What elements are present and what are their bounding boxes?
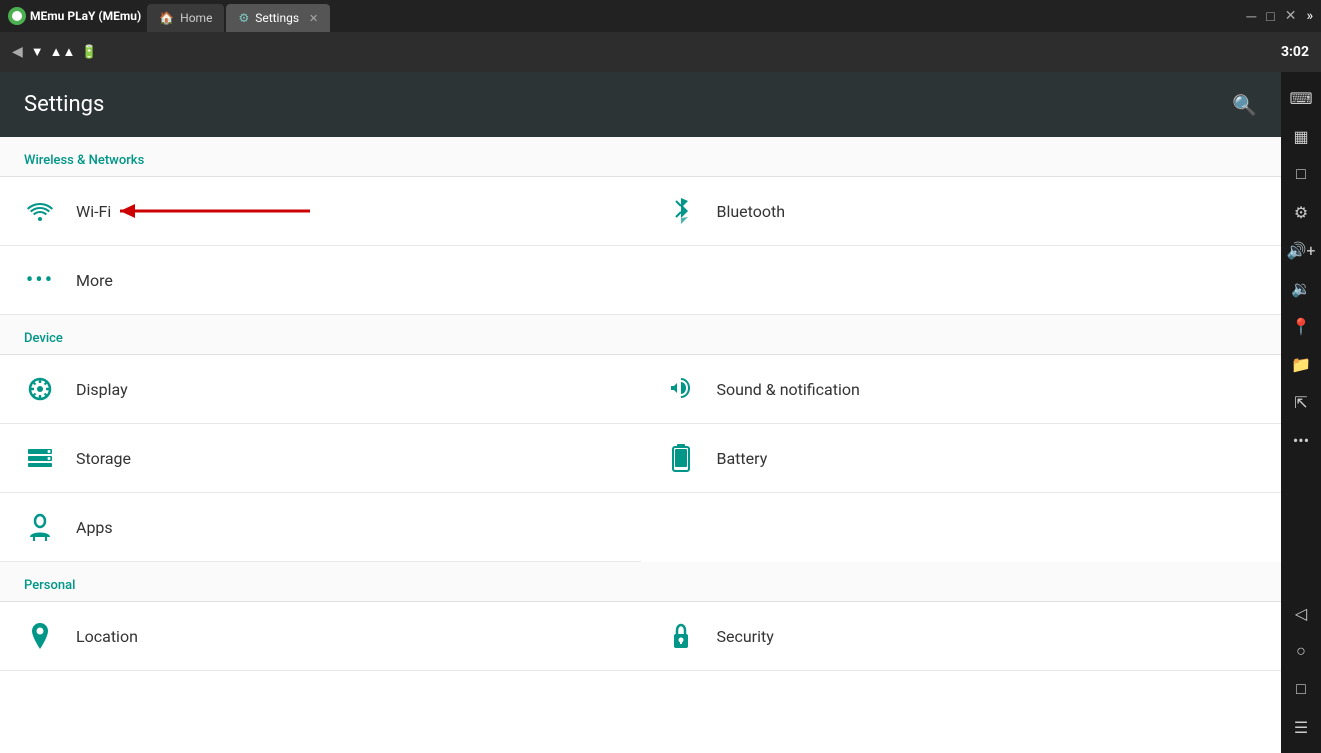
- battery-icon: [665, 442, 697, 474]
- security-icon: [665, 620, 697, 652]
- app-title: MEmu PLaY (MEmu): [30, 9, 141, 23]
- sound-label: Sound & notification: [717, 380, 860, 399]
- keyboard-button[interactable]: ⌨: [1283, 80, 1319, 116]
- settings-tab-icon: ⚙: [238, 11, 249, 25]
- memu-logo: MEmu PLaY (MEmu): [8, 7, 141, 25]
- personal-grid: Location Security: [0, 602, 1281, 671]
- bluetooth-label: Bluetooth: [717, 202, 786, 221]
- memu-icon: [8, 7, 26, 25]
- page-title: Settings: [24, 92, 104, 117]
- nav-home-button[interactable]: ○: [1283, 633, 1319, 669]
- status-icons: ▼ ▲▲ 🔋: [31, 44, 98, 60]
- wifi-status-icon: ▼: [31, 44, 44, 60]
- battery-status-icon: 🔋: [81, 45, 97, 60]
- display-label: Display: [76, 380, 128, 399]
- battery-label: Battery: [717, 449, 768, 468]
- settings-item-location[interactable]: Location: [0, 602, 641, 671]
- location-sidebar-button[interactable]: 📍: [1283, 308, 1319, 344]
- settings-container: Settings 🔍 Wireless & networks: [0, 72, 1281, 753]
- settings-tab-label: Settings: [255, 11, 299, 25]
- settings-item-bluetooth[interactable]: Bluetooth: [641, 177, 1282, 246]
- wifi-icon: [24, 195, 56, 227]
- settings-item-storage[interactable]: Storage: [0, 424, 641, 493]
- device-grid: Display Sound & notification: [0, 355, 1281, 562]
- signal-status-icon: ▲▲: [50, 44, 76, 60]
- title-bar: MEmu PLaY (MEmu) 🏠 Home ⚙ Settings ✕ ─ □…: [0, 0, 1321, 32]
- settings-header: Settings 🔍: [0, 72, 1281, 137]
- title-bar-left: MEmu PLaY (MEmu) 🏠 Home ⚙ Settings ✕: [8, 0, 332, 32]
- display-icon: [24, 373, 56, 405]
- settings-item-apps[interactable]: Apps: [0, 493, 641, 562]
- storage-label: Storage: [76, 449, 131, 468]
- nav-menu-button[interactable]: ☰: [1283, 709, 1319, 745]
- settings-item-display[interactable]: Display: [0, 355, 641, 424]
- tab-settings[interactable]: ⚙ Settings ✕: [226, 4, 330, 32]
- tab-home[interactable]: 🏠 Home: [147, 4, 224, 32]
- settings-item-more[interactable]: ••• More: [0, 246, 641, 315]
- right-sidebar: ⌨ ▦ □ ⚙ 🔊+ 🔉 📍 📁 ⇱ ••• ◁ ○ □ ☰: [1281, 72, 1321, 753]
- settings-item-security[interactable]: Security: [641, 602, 1282, 671]
- minimize-button[interactable]: ─: [1246, 8, 1256, 25]
- restore-button[interactable]: □: [1266, 8, 1274, 25]
- security-label: Security: [717, 627, 774, 646]
- main-layout: Settings 🔍 Wireless & networks: [0, 72, 1321, 753]
- storage-icon: [24, 442, 56, 474]
- camera-button[interactable]: □: [1283, 156, 1319, 192]
- sound-icon: [665, 373, 697, 405]
- more-icon: •••: [24, 264, 56, 296]
- home-tab-icon: 🏠: [159, 11, 174, 25]
- tab-bar: 🏠 Home ⚙ Settings ✕: [147, 0, 332, 32]
- address-bar: ◀ ▼ ▲▲ 🔋 3:02: [0, 32, 1321, 72]
- bluetooth-icon: [665, 195, 697, 227]
- sidebar-toggle-button[interactable]: »: [1306, 8, 1313, 24]
- section-wireless-header: Wireless & networks: [0, 137, 1281, 177]
- vol-down-button[interactable]: 🔉: [1283, 270, 1319, 306]
- resize-button[interactable]: ⇱: [1283, 384, 1319, 420]
- settings-item-sound[interactable]: Sound & notification: [641, 355, 1282, 424]
- screenshot-button[interactable]: ▦: [1283, 118, 1319, 154]
- settings-item-wifi[interactable]: Wi-Fi: [0, 177, 641, 246]
- settings-content: Wireless & networks Wi-Fi: [0, 137, 1281, 753]
- more-sidebar-button[interactable]: •••: [1283, 422, 1319, 458]
- apps-icon: [24, 511, 56, 543]
- section-personal-header: Personal: [0, 562, 1281, 602]
- settings-item-battery[interactable]: Battery: [641, 424, 1282, 493]
- vol-up-button[interactable]: 🔊+: [1283, 232, 1319, 268]
- wifi-arrow-annotation: [90, 191, 320, 231]
- folder-button[interactable]: 📁: [1283, 346, 1319, 382]
- close-button[interactable]: ✕: [1285, 8, 1297, 24]
- wireless-grid: Wi-Fi: [0, 177, 1281, 315]
- apps-label: Apps: [76, 518, 113, 537]
- clock-display: 3:02: [1281, 44, 1309, 60]
- settings-sidebar-button[interactable]: ⚙: [1283, 194, 1319, 230]
- section-device-header: Device: [0, 315, 1281, 355]
- tab-close-button[interactable]: ✕: [309, 12, 318, 25]
- location-label: Location: [76, 627, 138, 646]
- location-icon: [24, 620, 56, 652]
- title-bar-right: ─ □ ✕ »: [1246, 8, 1313, 25]
- home-tab-label: Home: [180, 11, 212, 25]
- search-button[interactable]: 🔍: [1232, 93, 1257, 117]
- more-label: More: [76, 271, 113, 290]
- nav-back-button[interactable]: ◁: [1283, 595, 1319, 631]
- nav-recents-button[interactable]: □: [1283, 671, 1319, 707]
- nav-back-addr-icon[interactable]: ◀: [12, 44, 23, 60]
